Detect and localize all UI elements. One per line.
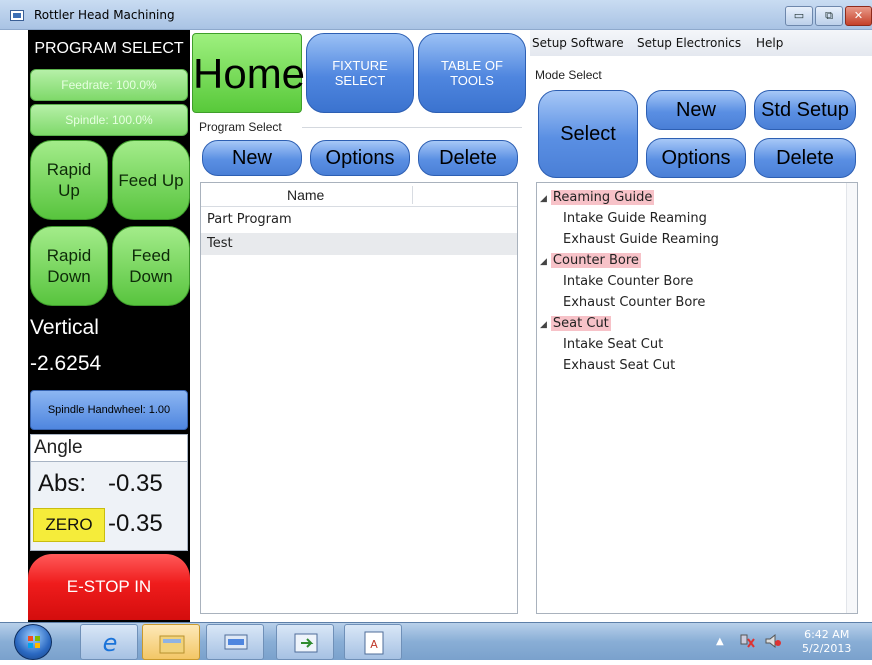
std-setup-button[interactable]: Std Setup — [754, 90, 856, 130]
mode-select-button[interactable]: Select — [538, 90, 638, 178]
estop-button[interactable]: E-STOP IN — [28, 554, 190, 620]
vertical-label: Vertical — [30, 316, 99, 339]
name-column-header[interactable]: Name — [287, 187, 324, 203]
list-item-selected[interactable]: Test — [201, 233, 517, 255]
feedrate-indicator[interactable]: Feedrate: 100.0% — [30, 69, 188, 101]
tree-group-reaming-guide[interactable]: ◢ Reaming Guide — [540, 188, 655, 208]
rapid-up-button[interactable]: Rapid Up — [30, 140, 108, 220]
table-of-tools-tab[interactable]: TABLE OF TOOLS — [418, 33, 526, 113]
fixture-select-tab[interactable]: FIXTURE SELECT — [306, 33, 414, 113]
group-divider — [302, 127, 522, 128]
internet-explorer-icon: e — [103, 629, 118, 657]
volume-icon[interactable] — [764, 633, 782, 653]
collapse-arrow-icon[interactable]: ◢ — [540, 257, 547, 267]
taskbar-file-explorer[interactable] — [142, 624, 200, 660]
program-new-button[interactable]: New — [202, 140, 302, 176]
taskbar-internet-explorer[interactable]: e — [80, 624, 138, 660]
tray-expand-icon[interactable]: ▲ — [716, 636, 724, 647]
tree-item[interactable]: Intake Seat Cut — [563, 335, 663, 355]
document-icon: A — [364, 631, 384, 655]
menu-setup-software[interactable]: Setup Software — [532, 36, 624, 50]
collapse-arrow-icon[interactable]: ◢ — [540, 320, 547, 330]
folder-icon — [159, 635, 185, 654]
home-tab[interactable]: Home — [192, 33, 305, 113]
arrow-window-icon — [294, 633, 318, 653]
list-header: Name — [201, 183, 517, 207]
network-icon[interactable] — [738, 633, 756, 653]
tree-item[interactable]: Exhaust Guide Reaming — [563, 230, 719, 250]
collapse-arrow-icon[interactable]: ◢ — [540, 194, 547, 204]
spindle-handwheel-button[interactable]: Spindle Handwheel: 1.00 — [30, 390, 188, 430]
window-title: Rottler Head Machining — [34, 8, 175, 22]
tree-group-seat-cut[interactable]: ◢ Seat Cut — [540, 314, 611, 334]
tree-item[interactable]: Exhaust Seat Cut — [563, 356, 675, 376]
zero-button[interactable]: ZERO — [33, 508, 105, 542]
program-select-label: Program Select — [199, 120, 282, 134]
vertical-value: -2.6254 — [30, 352, 102, 375]
abs-label: Abs: — [38, 470, 87, 497]
list-item[interactable]: Part Program — [201, 209, 517, 231]
mode-select-label: Mode Select — [535, 68, 602, 82]
zero-value: -0.35 — [108, 510, 163, 537]
close-button[interactable]: ✕ — [845, 6, 872, 26]
tree-item[interactable]: Intake Guide Reaming — [563, 209, 707, 229]
tree-item[interactable]: Exhaust Counter Bore — [563, 293, 705, 313]
mode-new-button[interactable]: New — [646, 90, 746, 130]
rapid-down-label: Rapid Down — [46, 246, 92, 286]
maximize-button[interactable]: ⧉ — [815, 6, 843, 26]
taskbar-remote-app[interactable] — [276, 624, 334, 660]
tray-clock[interactable]: 6:42 AM 5/2/2013 — [802, 628, 851, 656]
tree-scrollbar[interactable] — [846, 183, 857, 613]
clock-time: 6:42 AM — [804, 628, 850, 641]
menu-help[interactable]: Help — [756, 36, 783, 50]
taskbar-keyboard-app[interactable] — [206, 624, 264, 660]
app-icon — [10, 10, 24, 21]
program-delete-button[interactable]: Delete — [418, 140, 518, 176]
tree-group-label: Reaming Guide — [550, 190, 655, 205]
abs-value: -0.35 — [108, 470, 163, 497]
start-button[interactable] — [14, 624, 52, 660]
menu-setup-electronics[interactable]: Setup Electronics — [637, 36, 741, 50]
tree-group-label: Counter Bore — [550, 253, 641, 268]
svg-text:e: e — [103, 629, 118, 657]
program-select-heading: PROGRAM SELECT — [34, 40, 184, 57]
mode-delete-button[interactable]: Delete — [754, 138, 856, 178]
spindle-indicator[interactable]: Spindle: 100.0% — [30, 104, 188, 136]
rapid-up-label: Rapid Up — [46, 160, 92, 200]
feed-up-label: Feed Up — [118, 170, 184, 190]
speaker-muted-icon — [765, 633, 781, 649]
program-options-button[interactable]: Options — [310, 140, 410, 176]
tree-group-label: Seat Cut — [550, 316, 611, 331]
keyboard-icon — [224, 634, 248, 650]
feed-down-button[interactable]: Feed Down — [112, 226, 190, 306]
table-of-tools-label: TABLE OF TOOLS — [441, 58, 503, 88]
tree-group-counter-bore[interactable]: ◢ Counter Bore — [540, 251, 641, 271]
taskbar-document-app[interactable]: A — [344, 624, 402, 660]
network-disconnected-icon — [740, 634, 755, 648]
tree-item[interactable]: Intake Counter Bore — [563, 272, 693, 292]
angle-title: Angle — [30, 434, 188, 462]
feed-up-button[interactable]: Feed Up — [112, 140, 190, 220]
mode-options-button[interactable]: Options — [646, 138, 746, 178]
rapid-down-button[interactable]: Rapid Down — [30, 226, 108, 306]
feed-down-label: Feed Down — [129, 246, 173, 286]
windows-logo-icon — [28, 636, 40, 648]
fixture-select-label: FIXTURE SELECT — [332, 58, 388, 88]
svg-text:A: A — [370, 638, 378, 651]
column-divider[interactable] — [412, 186, 413, 204]
minimize-button[interactable]: ▭ — [785, 6, 813, 26]
clock-date: 5/2/2013 — [802, 642, 852, 655]
